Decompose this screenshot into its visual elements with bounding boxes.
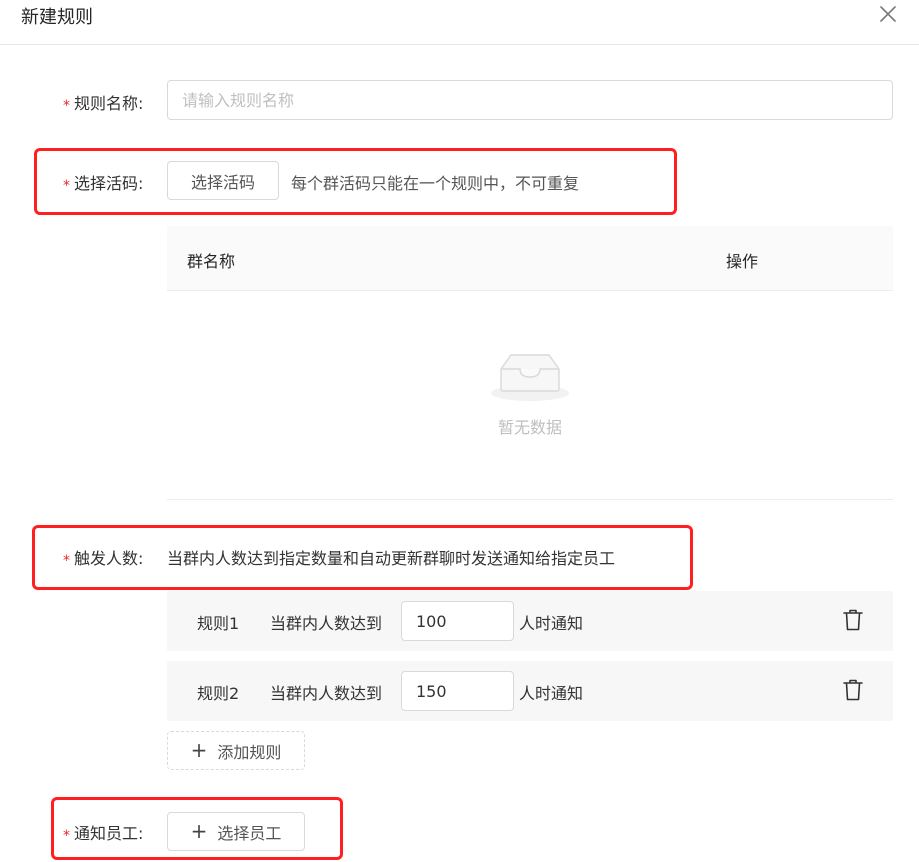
plus-icon: + xyxy=(190,737,208,762)
trash-icon[interactable] xyxy=(842,678,864,702)
rule-name: 规则2 xyxy=(197,684,240,703)
select-code-label: * 选择活码: xyxy=(63,174,144,194)
required-mark: * xyxy=(63,553,70,569)
close-icon[interactable] xyxy=(878,4,898,24)
plus-icon: + xyxy=(190,818,208,843)
rule-prefix: 当群内人数达到 xyxy=(270,614,383,633)
notify-label: * 通知员工: xyxy=(63,824,144,844)
rule-name: 规则1 xyxy=(197,614,240,633)
select-code-hint: 每个群活码只能在一个规则中，不可重复 xyxy=(291,174,580,193)
threshold-input[interactable] xyxy=(401,671,514,711)
rule-suffix: 人时通知 xyxy=(519,684,584,703)
column-header-action: 操作 xyxy=(726,252,759,271)
empty-inbox-icon xyxy=(491,354,569,401)
select-staff-button[interactable]: + 选择员工 xyxy=(167,812,305,851)
rule-row: 规则2 当群内人数达到 人时通知 xyxy=(167,661,893,721)
trigger-description: 当群内人数达到指定数量和自动更新群聊时发送通知给指定员工 xyxy=(167,549,616,568)
dialog-title: 新建规则 xyxy=(21,7,93,28)
trigger-label: * 触发人数: xyxy=(63,549,144,569)
required-mark: * xyxy=(63,98,70,114)
rule-name-label: * 规则名称: xyxy=(63,94,144,114)
required-mark: * xyxy=(63,828,70,844)
dialog-header: 新建规则 xyxy=(0,0,919,45)
required-mark: * xyxy=(63,178,70,194)
add-rule-button[interactable]: + 添加规则 xyxy=(167,731,305,770)
empty-text: 暂无数据 xyxy=(497,418,562,437)
rule-suffix: 人时通知 xyxy=(519,614,584,633)
table-header: 群名称 操作 xyxy=(167,226,893,291)
rule-prefix: 当群内人数达到 xyxy=(270,684,383,703)
rule-name-input[interactable] xyxy=(167,80,893,120)
column-header-group-name: 群名称 xyxy=(187,252,236,271)
select-code-button[interactable]: 选择活码 xyxy=(167,161,279,200)
rule-row: 规则1 当群内人数达到 人时通知 xyxy=(167,591,893,651)
threshold-input[interactable] xyxy=(401,601,514,641)
trash-icon[interactable] xyxy=(842,608,864,632)
table-body: 暂无数据 xyxy=(167,291,893,500)
